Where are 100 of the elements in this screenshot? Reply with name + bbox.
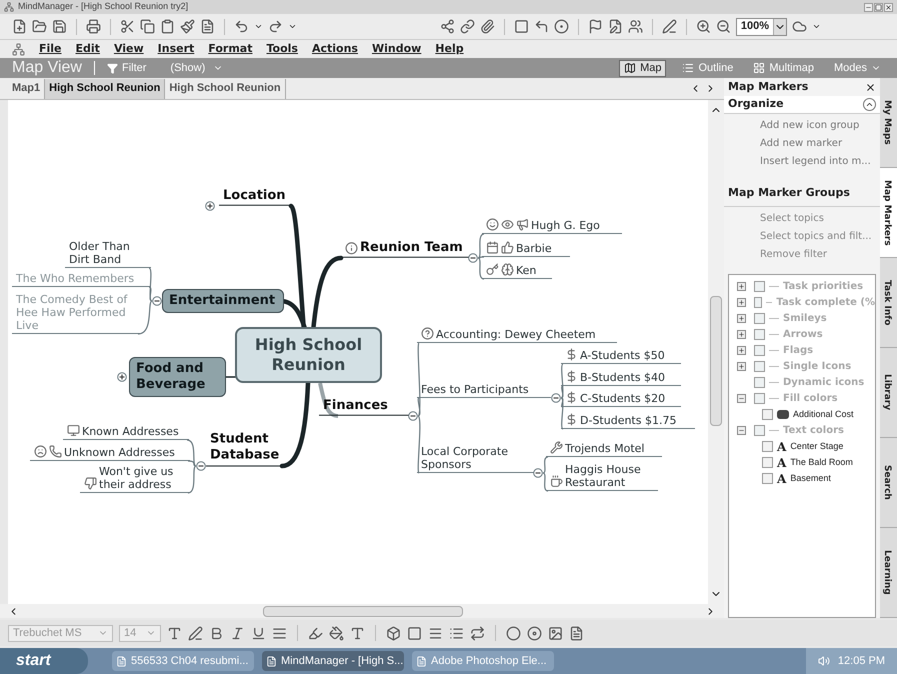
collapse-toggle[interactable] <box>737 394 746 403</box>
checkbox[interactable] <box>754 281 765 292</box>
redo-icon[interactable] <box>268 19 283 34</box>
topic[interactable]: Reunion Team <box>341 240 469 258</box>
italic-icon[interactable] <box>230 626 245 640</box>
topic[interactable]: C-Students $20 <box>561 391 681 407</box>
folder-icon[interactable] <box>32 19 47 34</box>
topic[interactable]: Fees to Participants <box>417 383 551 398</box>
people-icon[interactable] <box>628 19 643 34</box>
layout-icon[interactable] <box>470 626 485 640</box>
menu-item[interactable]: Actions <box>312 40 358 58</box>
grow-font-icon[interactable] <box>167 626 182 640</box>
expand-toggle[interactable] <box>737 282 746 291</box>
collapse-toggle[interactable] <box>551 393 561 403</box>
checkbox[interactable] <box>754 361 765 372</box>
highlighter-icon[interactable] <box>308 626 323 640</box>
topic[interactable]: Haggis House Restaurant <box>546 463 658 491</box>
share-icon[interactable] <box>440 19 455 34</box>
menu-item[interactable]: Insert <box>158 40 194 58</box>
topic[interactable]: Unknown Addresses <box>30 445 190 461</box>
menu-item[interactable]: Format <box>208 40 252 58</box>
font-color-icon[interactable] <box>350 626 365 640</box>
paperclip-icon[interactable] <box>480 19 495 34</box>
pen-icon[interactable] <box>662 19 677 34</box>
underline-icon[interactable] <box>251 626 266 640</box>
brush-icon[interactable] <box>180 19 195 34</box>
horizontal-scrollbar[interactable] <box>0 604 724 618</box>
shape-icon[interactable] <box>386 626 401 640</box>
panel-link[interactable]: Add new icon group <box>760 118 880 133</box>
side-tab[interactable]: My Maps <box>880 78 897 168</box>
expand-toggle[interactable] <box>737 330 746 339</box>
checkbox[interactable] <box>754 425 765 436</box>
topic[interactable]: Older Than Dirt Band <box>65 240 151 268</box>
caret-icon[interactable] <box>288 22 297 31</box>
fill-bucket-icon[interactable] <box>329 626 344 640</box>
checkbox[interactable] <box>754 297 762 308</box>
topic[interactable]: Local Corporate Sponsors <box>417 445 535 473</box>
checkbox[interactable] <box>754 393 765 404</box>
expand-toggle[interactable] <box>117 372 127 382</box>
disc-icon[interactable] <box>527 626 542 640</box>
collapse-toggle[interactable] <box>533 468 543 478</box>
topic[interactable]: Accounting: Dewey Cheetem <box>417 327 617 343</box>
topic-box[interactable]: Food and Beverage <box>129 357 226 397</box>
document-icon[interactable] <box>200 19 215 34</box>
topic[interactable]: Won't give us their address <box>80 465 190 493</box>
expand-toggle[interactable] <box>737 314 746 323</box>
topic-box[interactable]: Entertainment <box>162 289 284 313</box>
topic[interactable]: A-Students $50 <box>561 348 681 364</box>
document-tab[interactable]: High School Reunion <box>45 78 166 98</box>
expand-toggle[interactable] <box>737 362 746 371</box>
checkbox[interactable] <box>762 441 773 452</box>
start-button[interactable]: start <box>0 648 88 674</box>
zoom-in-icon[interactable] <box>696 19 711 34</box>
side-tab[interactable]: Library <box>880 348 897 438</box>
save-icon[interactable] <box>52 19 67 34</box>
collapse-toggle[interactable] <box>408 411 418 421</box>
menu-item[interactable]: Window <box>372 40 422 58</box>
flag-icon[interactable] <box>588 19 603 34</box>
menu-item[interactable]: Edit <box>76 40 100 58</box>
caret-icon[interactable] <box>812 22 821 31</box>
expand-toggle[interactable] <box>737 298 746 307</box>
side-tab[interactable]: Task Info <box>880 258 897 348</box>
menu-item[interactable]: View <box>114 40 144 58</box>
topic[interactable]: Location <box>219 188 291 206</box>
note-icon[interactable] <box>608 19 623 34</box>
menu-item[interactable]: Help <box>435 40 464 58</box>
close-icon[interactable] <box>865 82 876 92</box>
checkbox[interactable] <box>754 377 765 388</box>
cut-icon[interactable] <box>120 19 135 34</box>
central-topic[interactable]: High School Reunion <box>235 327 382 383</box>
circle-icon[interactable] <box>506 626 521 640</box>
maximize-icon[interactable] <box>874 2 883 12</box>
document-tab[interactable]: High School Reunion <box>165 78 286 98</box>
checkbox[interactable] <box>754 313 765 324</box>
topic[interactable]: Barbie <box>482 241 570 257</box>
boundary-icon[interactable] <box>514 19 529 34</box>
panel-link[interactable]: Add new marker <box>760 136 880 151</box>
relationship-icon[interactable] <box>534 19 549 34</box>
cloud-icon[interactable] <box>792 19 807 34</box>
marker-label[interactable]: Center Stage <box>790 440 844 454</box>
line-style-icon[interactable] <box>449 626 464 640</box>
topic[interactable]: Trojends Motel <box>546 441 662 457</box>
line-icon[interactable] <box>428 626 443 640</box>
image-icon[interactable] <box>548 626 563 640</box>
checkbox[interactable] <box>754 329 765 340</box>
panel-link[interactable]: Insert legend into m... <box>760 154 880 169</box>
callout-icon[interactable] <box>554 19 569 34</box>
expand-toggle[interactable] <box>205 201 215 211</box>
menu-item[interactable]: File <box>39 40 62 58</box>
zoom-out-icon[interactable] <box>716 19 731 34</box>
topic[interactable]: Known Addresses <box>63 424 189 440</box>
checkbox[interactable] <box>762 409 773 420</box>
collapse-toggle[interactable] <box>152 296 162 306</box>
scroll-thumb[interactable] <box>710 296 722 426</box>
view-mode-button[interactable]: Map <box>619 60 666 76</box>
collapse-toggle[interactable] <box>468 253 478 263</box>
scroll-thumb[interactable] <box>263 606 463 616</box>
marker-label[interactable]: Basement <box>790 472 831 486</box>
side-tab[interactable]: Learning <box>880 528 897 618</box>
undo-icon[interactable] <box>234 19 249 34</box>
